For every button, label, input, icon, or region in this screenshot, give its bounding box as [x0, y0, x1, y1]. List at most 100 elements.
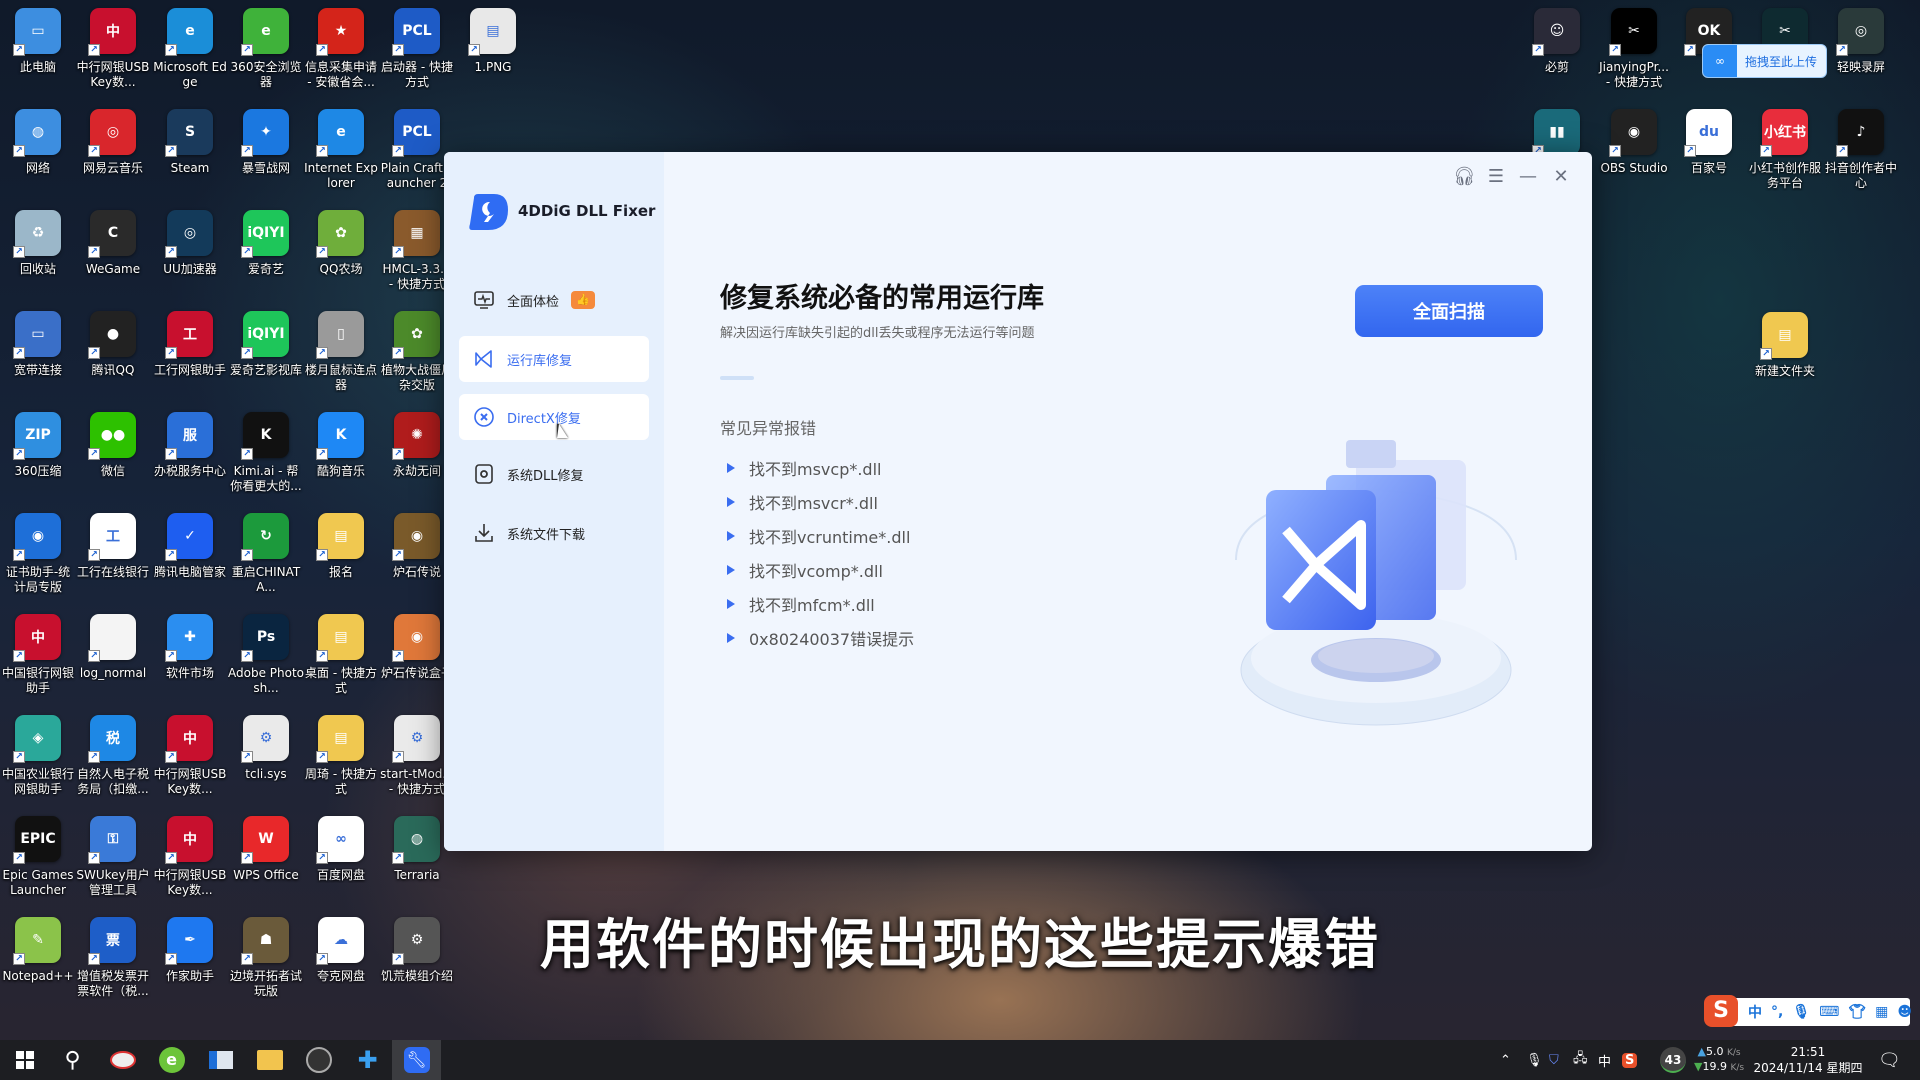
desktop-icon[interactable]: iQIYI ↗ 爱奇艺: [228, 210, 304, 277]
taskbar-4ddig[interactable]: 🔧︎: [392, 1040, 441, 1080]
desktop-icon[interactable]: 工 ↗ 工行在线银行: [75, 513, 151, 580]
desktop-icon[interactable]: 中 ↗ 中行网银USBKey数...: [152, 715, 228, 797]
desktop-icon[interactable]: ▤ ↗ 1.PNG: [455, 8, 531, 75]
desktop-icon[interactable]: 中 ↗ 中国银行网银助手: [0, 614, 76, 696]
menu-icon[interactable]: ☰: [1485, 166, 1507, 188]
desktop-icon[interactable]: EPIC ↗ Epic Games Launcher: [0, 816, 76, 898]
error-list-item[interactable]: 找不到msvcr*.dll: [727, 490, 878, 514]
ime-punct[interactable]: °,: [1771, 1004, 1783, 1020]
desktop-icon[interactable]: ☺ ↗ 必剪: [1519, 8, 1595, 75]
nav-runtime-repair[interactable]: 运行库修复: [459, 336, 649, 382]
desktop-icon[interactable]: ♻ ↗ 回收站: [0, 210, 76, 277]
desktop-icon[interactable]: ▤ ↗ 报名: [303, 513, 379, 580]
desktop-icon[interactable]: e ↗ Internet Explorer: [303, 109, 379, 191]
desktop-icon[interactable]: ✿ ↗ QQ农场: [303, 210, 379, 277]
baidu-upload-dropzone[interactable]: ∞ 拖拽至此上传: [1702, 44, 1827, 78]
desktop-icon[interactable]: ▯ ↗ 楼月鼠标连点器: [303, 311, 379, 393]
desktop-icon[interactable]: 工 ↗ 工行网银助手: [152, 311, 228, 378]
desktop-icon[interactable]: iQIYI ↗ 爱奇艺影视库: [228, 311, 304, 378]
desktop-icon[interactable]: K ↗ 酷狗音乐: [303, 412, 379, 479]
tray-network-icon[interactable]: 🖧︎: [1573, 1040, 1588, 1080]
desktop-icon[interactable]: e ↗ 360安全浏览器: [228, 8, 304, 90]
desktop-icon[interactable]: ♪ ↗ 抖音创作者中心: [1823, 109, 1899, 191]
desktop-icon[interactable]: C ↗ WeGame: [75, 210, 151, 277]
desktop-icon[interactable]: ◎ ↗ UU加速器: [152, 210, 228, 277]
desktop-icon[interactable]: ⚙ ↗ tcli.sys: [228, 715, 304, 782]
ime-avatar-icon[interactable]: ☻: [1897, 1004, 1912, 1020]
support-headset-icon[interactable]: 🎧︎: [1453, 166, 1476, 188]
desktop-icon[interactable]: ✓ ↗ 腾讯电脑管家: [152, 513, 228, 580]
error-list-item[interactable]: 找不到mfcm*.dll: [727, 592, 875, 616]
close-button[interactable]: ✕: [1550, 166, 1572, 188]
desktop-icon[interactable]: ◎ ↗ 网易云音乐: [75, 109, 151, 176]
desktop-icon[interactable]: ⚿ ↗ SWUkey用户管理工具: [75, 816, 151, 898]
desktop-icon[interactable]: ◉ ↗ 证书助手-统计局专版: [0, 513, 76, 595]
cpu-temp-gauge[interactable]: 43: [1660, 1047, 1686, 1073]
desktop-icon[interactable]: ↗ log_normal: [75, 614, 151, 681]
taskbar-obs[interactable]: [294, 1040, 343, 1080]
desktop-icon[interactable]: ↻ ↗ 重启CHINATA...: [228, 513, 304, 595]
desktop-icon[interactable]: ▭ ↗ 此电脑: [0, 8, 76, 75]
desktop-icon[interactable]: e ↗ Microsoft Edge: [152, 8, 228, 90]
desktop-icon[interactable]: ▤ ↗ 新建文件夹: [1747, 312, 1823, 379]
desktop-icon[interactable]: ◍ ↗ 网络: [0, 109, 76, 176]
tray-ime-lang[interactable]: 中: [1598, 1040, 1611, 1080]
desktop-icon[interactable]: du ↗ 百家号: [1671, 109, 1747, 176]
desktop-icon[interactable]: ▤ ↗ 周琦 - 快捷方式: [303, 715, 379, 797]
taskbar-360-browser[interactable]: e: [147, 1040, 196, 1080]
ime-keyboard-icon[interactable]: ⌨: [1819, 1004, 1839, 1020]
error-list-item[interactable]: 0x80240037错误提示: [727, 626, 914, 650]
desktop-icon[interactable]: ★ ↗ 信息采集申请 - 安徽省会...: [303, 8, 379, 90]
ime-lang[interactable]: 中: [1748, 1002, 1762, 1022]
full-scan-button[interactable]: 全面扫描: [1355, 285, 1543, 337]
desktop-icon[interactable]: ✚ ↗ 软件市场: [152, 614, 228, 681]
desktop-icon[interactable]: Ps ↗ Adobe Photosh...: [228, 614, 304, 696]
error-list-item[interactable]: 找不到vcomp*.dll: [727, 558, 883, 582]
desktop-icon[interactable]: ✂ ↗ JianyingPr... - 快捷方式: [1596, 8, 1672, 90]
desktop-icon[interactable]: ◉ ↗ OBS Studio: [1596, 109, 1672, 176]
tray-mic-icon[interactable]: 🎙︎: [1526, 1040, 1543, 1080]
desktop-icon[interactable]: ∞ ↗ 百度网盘: [303, 816, 379, 883]
tray-shield-icon[interactable]: ⛉: [1549, 1040, 1559, 1080]
desktop-icon[interactable]: ZIP ↗ 360压缩: [0, 412, 76, 479]
desktop-icon[interactable]: ▭ ↗ 宽带连接: [0, 311, 76, 378]
nav-system-dll-repair[interactable]: 系统DLL修复: [459, 451, 649, 497]
desktop-icon[interactable]: ✦ ↗ 暴雪战网: [228, 109, 304, 176]
desktop-icon[interactable]: W ↗ WPS Office: [228, 816, 304, 883]
desktop-icon[interactable]: ▤ ↗ 桌面 - 快捷方式: [303, 614, 379, 696]
clock[interactable]: 21:51 2024/11/14 星期四: [1752, 1040, 1864, 1080]
dll-gear-icon: [475, 464, 493, 484]
error-list-item[interactable]: 找不到vcruntime*.dll: [727, 524, 910, 548]
ime-skin-icon[interactable]: 👕︎: [1848, 1004, 1866, 1020]
desktop-icon[interactable]: S ↗ Steam: [152, 109, 228, 176]
ime-mic-icon[interactable]: 🎙︎: [1792, 1004, 1810, 1020]
desktop-icon[interactable]: K ↗ Kimi.ai - 帮你看更大的...: [228, 412, 304, 494]
desktop-icon[interactable]: 中 ↗ 中行网银USBKey数...: [152, 816, 228, 898]
sogou-ime-toolbar[interactable]: S 中 °, 🎙︎ ⌨ 👕︎ ▦ ☻: [1704, 995, 1912, 1027]
app-window: 4DDiG DLL Fixer 全面体检 👍 运行库修复 DirectX修复 系…: [444, 152, 1592, 851]
tray-sogou-icon[interactable]: S: [1622, 1052, 1638, 1068]
desktop-icon[interactable]: PCL ↗ 启动器 - 快捷方式: [379, 8, 455, 90]
start-button[interactable]: [0, 1040, 49, 1080]
desktop-icon[interactable]: ◈ ↗ 中国农业银行网银助手: [0, 715, 76, 797]
desktop-icon[interactable]: ●● ↗ 微信: [75, 412, 151, 479]
taskbar-software-market[interactable]: ✚: [343, 1040, 392, 1080]
taskbar-snipping-tool[interactable]: [98, 1040, 147, 1080]
desktop-icon[interactable]: 服 ↗ 办税服务中心: [152, 412, 228, 479]
minimize-button[interactable]: —: [1517, 166, 1539, 188]
desktop-icon[interactable]: 小红书 ↗ 小红书创作服务平台: [1747, 109, 1823, 191]
nav-full-checkup[interactable]: 全面体检 👍: [459, 277, 649, 323]
ime-apps-icon[interactable]: ▦: [1875, 1004, 1888, 1020]
error-list-item[interactable]: 找不到msvcp*.dll: [727, 456, 881, 480]
desktop-icon[interactable]: ◎ ↗ 轻映录屏: [1823, 8, 1899, 75]
nav-system-file-download[interactable]: 系统文件下载: [459, 510, 649, 556]
nav-directx-repair[interactable]: DirectX修复: [459, 394, 649, 440]
taskbar-file-explorer[interactable]: [245, 1040, 294, 1080]
search-icon[interactable]: ⚲: [48, 1040, 97, 1080]
taskbar-app-window[interactable]: [196, 1040, 245, 1080]
desktop-icon[interactable]: 税 ↗ 自然人电子税务局（扣缴...: [75, 715, 151, 797]
tray-overflow-chevron[interactable]: ⌃: [1500, 1040, 1511, 1080]
notification-icon[interactable]: 🗨︎: [1878, 1040, 1901, 1080]
desktop-icon[interactable]: 中 ↗ 中行网银USBKey数...: [75, 8, 151, 90]
desktop-icon[interactable]: ● ↗ 腾讯QQ: [75, 311, 151, 378]
